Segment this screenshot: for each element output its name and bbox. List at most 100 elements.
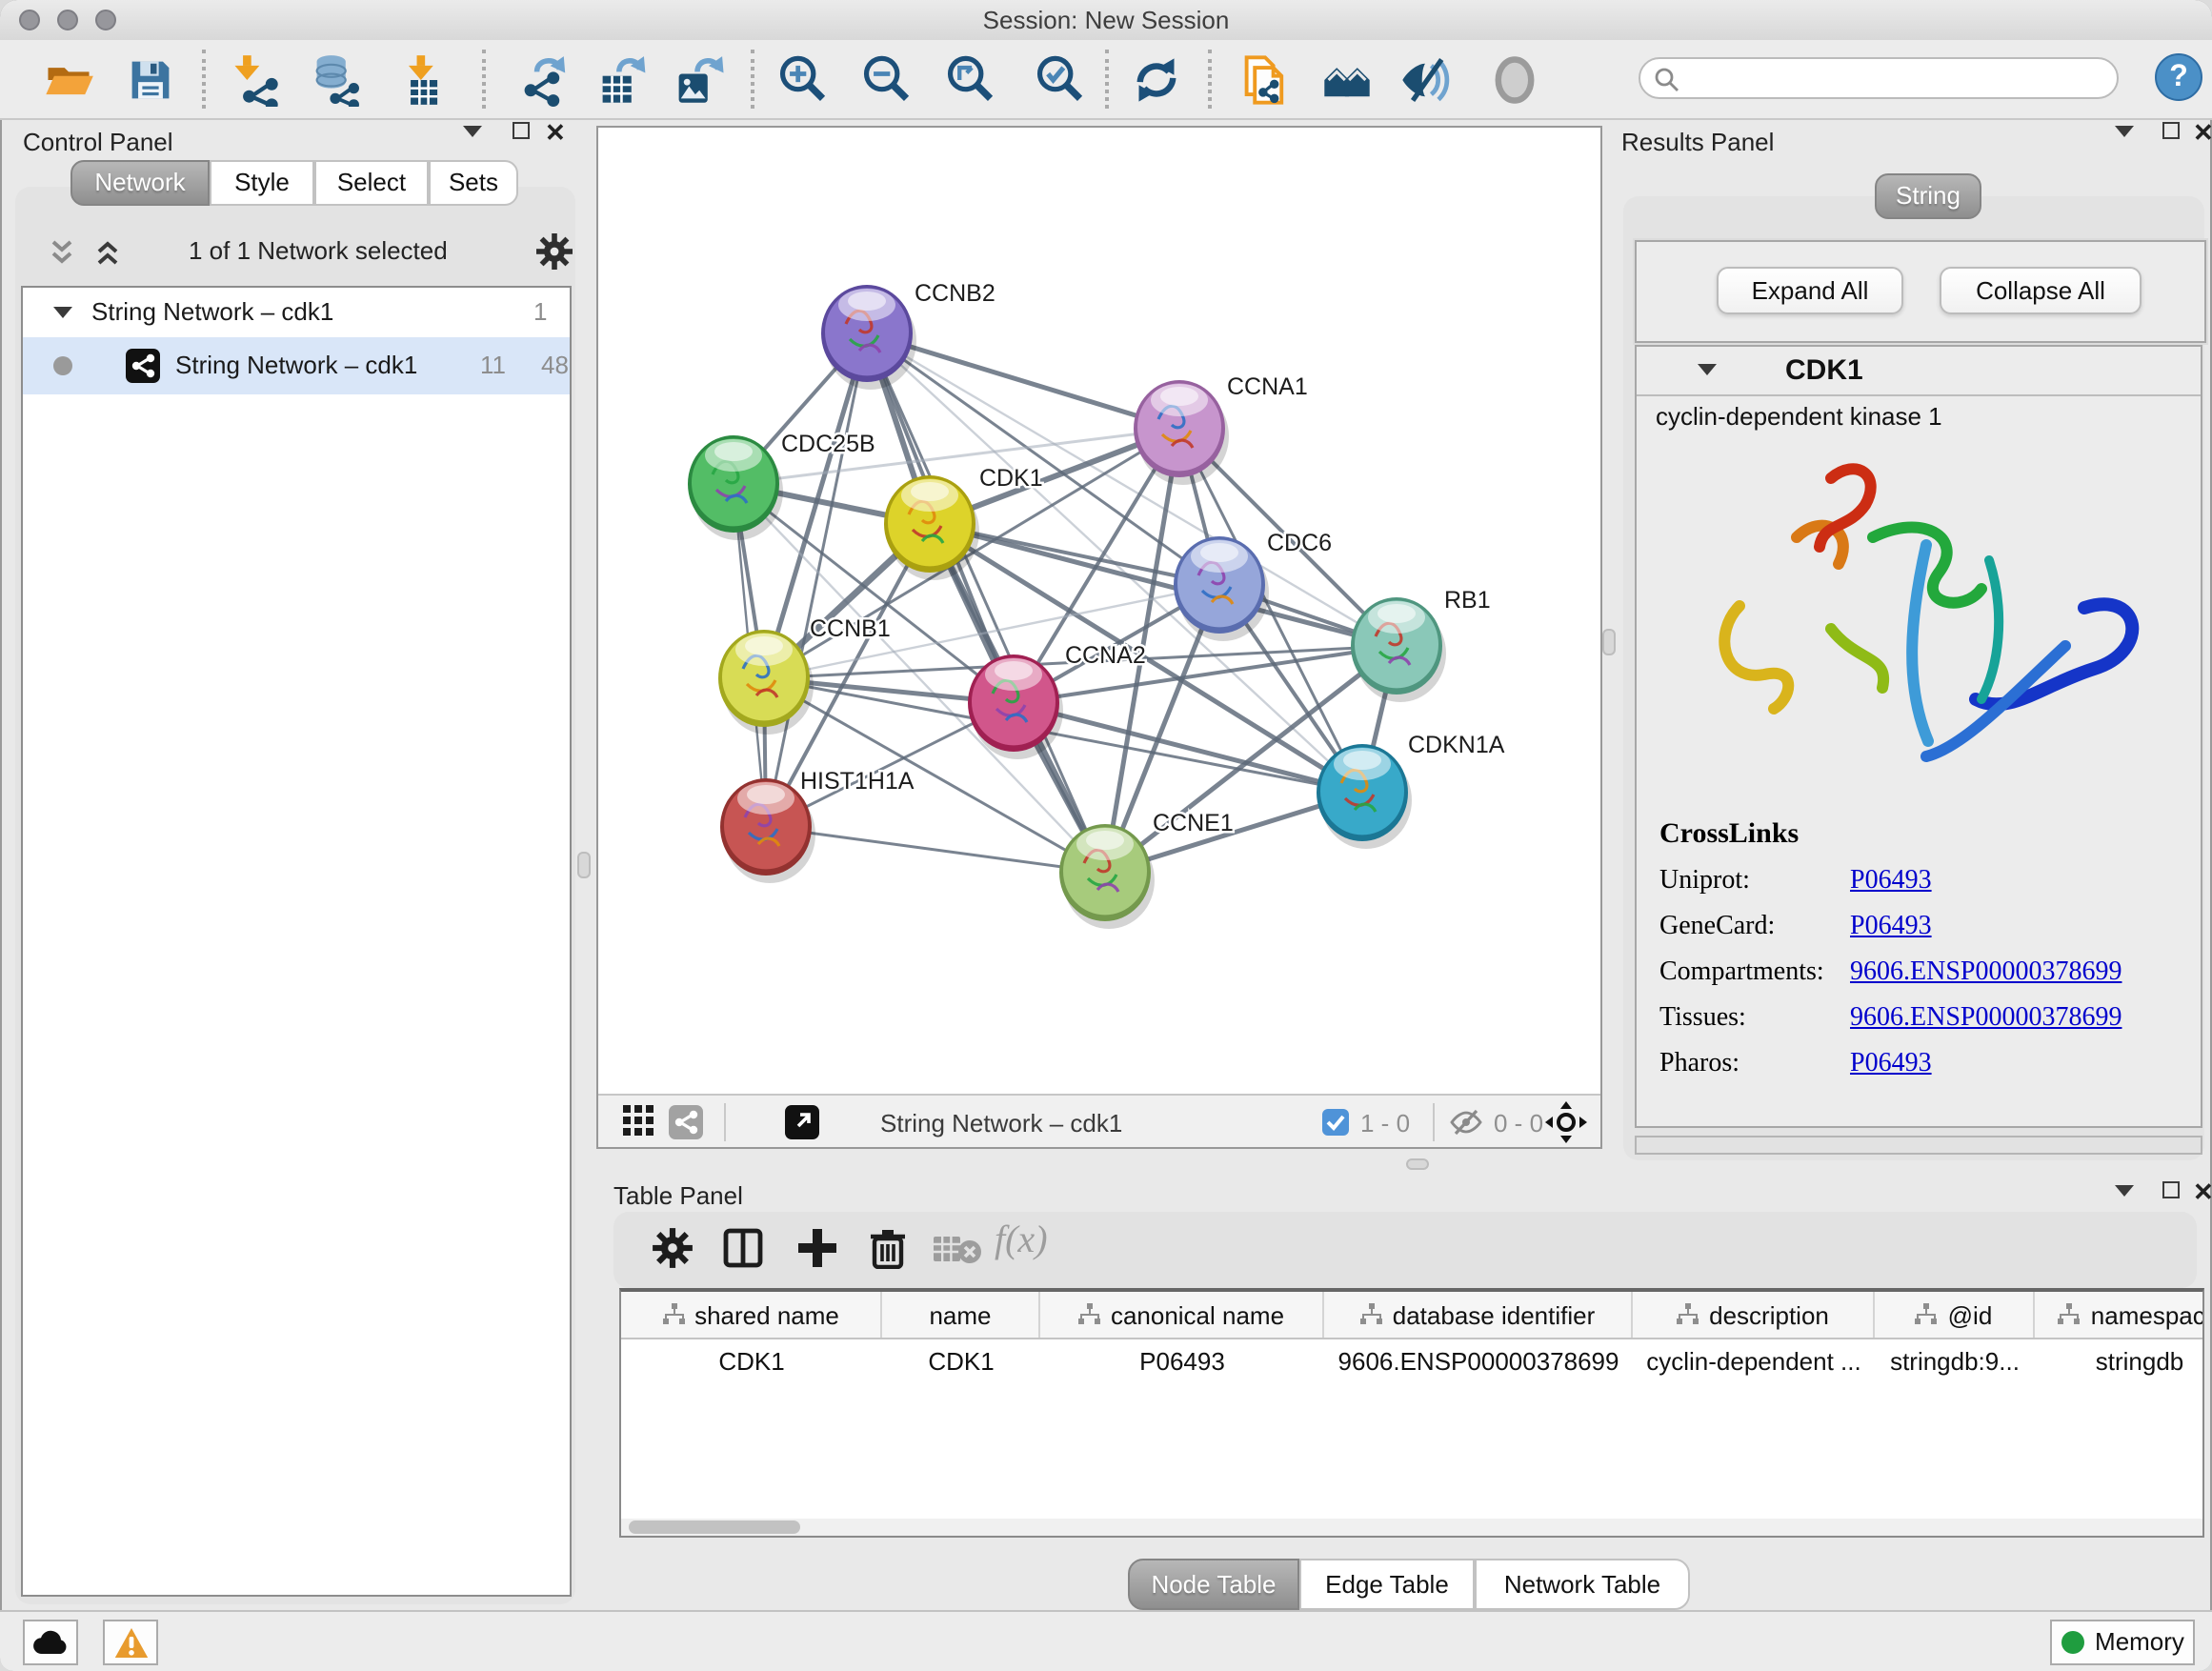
- tab-edge-table[interactable]: Edge Table: [1299, 1559, 1475, 1610]
- node-CDKN1A[interactable]: CDKN1A: [1317, 732, 1505, 849]
- hide-selected-icon[interactable]: [1398, 53, 1452, 107]
- bottom-splitter-handle[interactable]: [1406, 1158, 1429, 1170]
- table-hscrollbar-thumb[interactable]: [629, 1520, 800, 1534]
- network-node-count: 11: [480, 351, 506, 379]
- collapse-all-networks-icon[interactable]: [48, 238, 76, 267]
- column-header-name[interactable]: name: [882, 1292, 1040, 1338]
- export-network-icon[interactable]: [516, 53, 570, 107]
- control-panel-float-icon[interactable]: [513, 122, 530, 139]
- birdseye-toggle-icon[interactable]: [1545, 1101, 1587, 1143]
- cell-canonical-name[interactable]: P06493: [1040, 1339, 1324, 1383]
- search-input[interactable]: [1639, 57, 2119, 99]
- table-row[interactable]: CDK1CDK1P064939606.ENSP00000378699cyclin…: [621, 1339, 2202, 1383]
- collection-expand-icon[interactable]: [53, 307, 72, 318]
- network-collection-row[interactable]: String Network – cdk1 1: [23, 288, 570, 337]
- help-button[interactable]: ?: [2155, 53, 2202, 101]
- node-label-CCNB2: CCNB2: [915, 280, 995, 307]
- cloud-button[interactable]: [23, 1620, 78, 1665]
- export-table-icon[interactable]: [594, 53, 648, 107]
- column-header-namespace[interactable]: namespace: [2035, 1292, 2204, 1338]
- table-hscrollbar[interactable]: [621, 1519, 2202, 1536]
- import-network-file-icon[interactable]: [229, 53, 282, 107]
- network-options-gear-icon[interactable]: [535, 232, 573, 271]
- zoom-selected-icon[interactable]: [1033, 53, 1086, 107]
- show-columns-icon[interactable]: [722, 1227, 764, 1269]
- crosslink-uniprot-link[interactable]: P06493: [1850, 867, 1932, 896]
- share-view-icon[interactable]: [669, 1105, 703, 1139]
- zoom-in-icon[interactable]: [775, 53, 829, 107]
- node-label-CCNA2: CCNA2: [1065, 642, 1146, 669]
- save-session-icon[interactable]: [124, 53, 177, 107]
- tab-select[interactable]: Select: [314, 160, 429, 206]
- crosslink-pharos-link[interactable]: P06493: [1850, 1050, 1932, 1078]
- fit-content-icon[interactable]: [943, 53, 996, 107]
- column-header-canonical-name[interactable]: canonical name: [1040, 1292, 1324, 1338]
- column-header-database-identifier[interactable]: database identifier: [1324, 1292, 1633, 1338]
- column-header-shared-name[interactable]: shared name: [621, 1292, 882, 1338]
- network-canvas[interactable]: CCNB2CCNA1CDC25BCDK1CDC6RB1CCNB1CCNA2CDK…: [598, 128, 1600, 1094]
- results-panel-menu-icon[interactable]: [2115, 126, 2134, 137]
- node-table[interactable]: shared namenamecanonical namedatabase id…: [619, 1288, 2204, 1538]
- tab-sets[interactable]: Sets: [429, 160, 518, 206]
- apply-layout-icon[interactable]: [1130, 53, 1183, 107]
- tab-network-table[interactable]: Network Table: [1475, 1559, 1690, 1610]
- table-options-gear-icon[interactable]: [652, 1227, 694, 1269]
- cell-namespace[interactable]: stringdb: [2035, 1339, 2204, 1383]
- node-HIST1H1A[interactable]: HIST1H1A: [720, 768, 915, 883]
- cell-name[interactable]: CDK1: [882, 1339, 1040, 1383]
- cell-database-identifier[interactable]: 9606.ENSP00000378699: [1324, 1339, 1633, 1383]
- warnings-button[interactable]: [103, 1620, 158, 1665]
- node-CDC25B[interactable]: CDC25B: [688, 431, 875, 540]
- memory-button[interactable]: Memory: [2050, 1620, 2195, 1665]
- gene-section-header[interactable]: CDK1: [1637, 347, 2201, 396]
- node-CDK1[interactable]: CDK1: [884, 465, 1043, 580]
- right-splitter-handle[interactable]: [1602, 629, 1616, 655]
- network-row-selected[interactable]: String Network – cdk1 11 48: [23, 337, 570, 394]
- left-splitter-handle[interactable]: [577, 852, 591, 878]
- tab-network[interactable]: Network: [70, 160, 210, 206]
- tab-string[interactable]: String: [1875, 173, 1981, 219]
- tab-node-table[interactable]: Node Table: [1128, 1559, 1299, 1610]
- cell--id[interactable]: stringdb:9...: [1875, 1339, 2035, 1383]
- crosslink-genecard-link[interactable]: P06493: [1850, 913, 1932, 941]
- show-graphics-details-icon[interactable]: [1488, 53, 1541, 107]
- import-table-file-icon[interactable]: [396, 53, 450, 107]
- add-column-icon[interactable]: [796, 1227, 838, 1269]
- node-CCNA2[interactable]: CCNA2: [968, 642, 1146, 759]
- node-RB1[interactable]: RB1: [1351, 587, 1491, 702]
- control-panel-menu-icon[interactable]: [463, 126, 482, 137]
- selected-checkbox-icon[interactable]: [1322, 1109, 1349, 1136]
- delete-column-icon[interactable]: [867, 1227, 909, 1269]
- gene-collapse-icon[interactable]: [1698, 364, 1717, 375]
- zoom-out-icon[interactable]: [859, 53, 913, 107]
- hidden-eye-icon[interactable]: [1450, 1109, 1482, 1136]
- table-panel-menu-icon[interactable]: [2115, 1185, 2134, 1197]
- cell-description[interactable]: cyclin-dependent ...: [1633, 1339, 1875, 1383]
- main-toolbar: ?: [0, 40, 2212, 120]
- new-network-from-selection-icon[interactable]: [1238, 53, 1292, 107]
- open-session-icon[interactable]: [42, 53, 95, 107]
- table-panel-float-icon[interactable]: [2162, 1181, 2180, 1198]
- edge-HIST1H1A-CCNE1[interactable]: [766, 827, 1105, 873]
- cell-shared-name[interactable]: CDK1: [621, 1339, 882, 1383]
- collapse-all-button[interactable]: Collapse All: [1940, 267, 2142, 314]
- control-panel-close-icon[interactable]: ✕: [545, 124, 566, 143]
- column-header-description[interactable]: description: [1633, 1292, 1875, 1338]
- crosslink-label: Tissues:: [1659, 1004, 1850, 1035]
- netbar-separator: [1433, 1103, 1435, 1141]
- export-image-icon[interactable]: [671, 53, 724, 107]
- expand-all-button[interactable]: Expand All: [1717, 267, 1903, 314]
- crosslink-compartments-link[interactable]: 9606.ENSP00000378699: [1850, 958, 2122, 987]
- birdseye-view-icon[interactable]: [1320, 53, 1374, 107]
- table-panel-close-icon[interactable]: ✕: [2193, 1183, 2212, 1202]
- results-panel-close-icon[interactable]: ✕: [2193, 124, 2212, 143]
- tab-style[interactable]: Style: [210, 160, 314, 206]
- column-header--id[interactable]: @id: [1875, 1292, 2035, 1338]
- expand-all-networks-icon[interactable]: [93, 238, 122, 267]
- edge-CCNB2-HIST1H1A[interactable]: [766, 333, 867, 827]
- detach-view-icon[interactable]: [785, 1105, 819, 1139]
- import-network-database-icon[interactable]: [309, 53, 362, 107]
- grid-view-icon[interactable]: [623, 1105, 655, 1137]
- results-panel-float-icon[interactable]: [2162, 122, 2180, 139]
- crosslink-tissues-link[interactable]: 9606.ENSP00000378699: [1850, 1004, 2122, 1033]
